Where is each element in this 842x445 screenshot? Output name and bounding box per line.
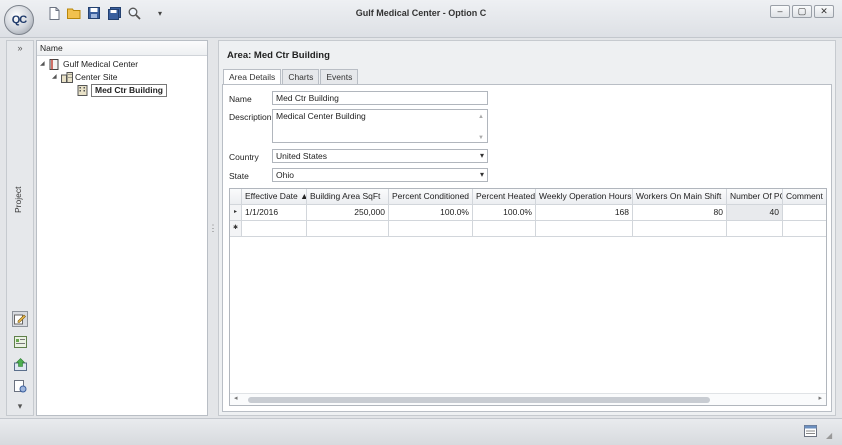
export-icon[interactable] xyxy=(12,356,28,372)
name-label: Name xyxy=(229,94,252,104)
cell-percent-conditioned[interactable]: 100.0% xyxy=(389,205,473,221)
status-bar: ◢ xyxy=(0,418,842,445)
tab-area-details[interactable]: Area Details xyxy=(223,69,282,85)
splitter-handle[interactable]: ⋮ xyxy=(208,40,218,416)
scroll-left-icon[interactable]: ◂ xyxy=(234,394,238,402)
report-icon[interactable] xyxy=(12,334,28,350)
cell-workers-on-main-shift[interactable]: 80 xyxy=(633,205,727,221)
tree-node-center-site[interactable]: ◢ Center Site xyxy=(52,71,118,84)
column-header-building-area[interactable]: Building Area SqFt xyxy=(307,189,389,205)
area-history-grid: Effective Date ▲ Building Area SqFt Perc… xyxy=(229,188,827,406)
area-details-panel: Name Med Ctr Building Description Medica… xyxy=(222,84,832,412)
country-label: Country xyxy=(229,152,259,162)
tree-column-header[interactable]: Name xyxy=(37,41,207,56)
cell-weekly-operation-hours[interactable]: 168 xyxy=(536,205,633,221)
state-select[interactable]: Ohio xyxy=(272,168,488,182)
description-field[interactable]: Medical Center Building ▲ ▼ xyxy=(272,109,488,143)
column-header-percent-conditioned[interactable]: Percent Conditioned xyxy=(389,189,473,205)
new-cell[interactable] xyxy=(389,221,473,237)
cell-comment[interactable] xyxy=(783,205,826,221)
new-cell[interactable] xyxy=(536,221,633,237)
new-cell[interactable] xyxy=(727,221,783,237)
detail-panel: Area: Med Ctr Building Area Details Char… xyxy=(218,40,836,416)
cell-percent-heated[interactable]: 100.0% xyxy=(473,205,536,221)
collapse-arrow-icon[interactable]: ◢ xyxy=(52,71,61,84)
project-panel-label[interactable]: Project xyxy=(13,187,23,213)
column-header-percent-heated[interactable]: Percent Heated xyxy=(473,189,536,205)
cell-effective-date[interactable]: 1/1/2016 xyxy=(242,205,307,221)
new-cell[interactable] xyxy=(242,221,307,237)
description-value: Medical Center Building xyxy=(276,111,366,121)
tree-node-label: Gulf Medical Center xyxy=(63,59,139,69)
state-label: State xyxy=(229,171,249,181)
tree-node-label: Center Site xyxy=(75,72,118,82)
edit-icon[interactable] xyxy=(12,311,28,327)
column-header-comment[interactable]: Comment xyxy=(783,189,826,205)
tree-node-med-ctr-building[interactable]: Med Ctr Building xyxy=(77,84,167,97)
table-row[interactable]: ▸ 1/1/2016 250,000 100.0% 100.0% 168 80 … xyxy=(230,205,826,221)
tab-charts[interactable]: Charts xyxy=(282,69,320,84)
tab-bar: Area Details Charts Events xyxy=(223,69,359,85)
cell-building-area[interactable]: 250,000 xyxy=(307,205,389,221)
row-indicator-header xyxy=(230,189,242,205)
scrollbar-thumb[interactable] xyxy=(248,397,710,403)
project-tree: Name ◢ Gulf Medical Center ◢ Center Site… xyxy=(36,40,208,416)
buildings-icon xyxy=(61,72,73,83)
horizontal-scrollbar[interactable]: ◂ ▸ xyxy=(230,393,826,405)
scroll-up-icon[interactable]: ▲ xyxy=(478,111,484,123)
tree-node-label-selected: Med Ctr Building xyxy=(91,84,167,97)
resize-grip-icon[interactable]: ◢ xyxy=(826,431,832,440)
name-field[interactable]: Med Ctr Building xyxy=(272,91,488,105)
column-header-workers-on-main-shift[interactable]: Workers On Main Shift xyxy=(633,189,727,205)
tab-events[interactable]: Events xyxy=(320,69,359,84)
building-icon xyxy=(77,85,89,96)
column-header-number-of-pc[interactable]: Number Of PC xyxy=(727,189,783,205)
column-header-weekly-operation-hours[interactable]: Weekly Operation Hours xyxy=(536,189,633,205)
window-title: Gulf Medical Center - Option C xyxy=(355,8,487,18)
column-header-effective-date[interactable]: Effective Date ▲ xyxy=(242,189,307,205)
row-indicator-icon[interactable]: ▸ xyxy=(230,205,242,221)
tree-node-gulf-medical-center[interactable]: ◢ Gulf Medical Center xyxy=(40,58,138,71)
grid-header-row: Effective Date ▲ Building Area SqFt Perc… xyxy=(230,189,826,205)
new-cell[interactable] xyxy=(473,221,536,237)
page-title: Area: Med Ctr Building xyxy=(227,50,330,61)
new-cell[interactable] xyxy=(633,221,727,237)
new-row[interactable]: ✱ xyxy=(230,221,826,237)
new-cell[interactable] xyxy=(783,221,826,237)
panel-options-button[interactable]: ▾ xyxy=(7,401,33,415)
expand-panel-button[interactable]: » xyxy=(7,43,33,57)
minimize-button[interactable]: – xyxy=(770,5,790,18)
new-row-icon[interactable]: ✱ xyxy=(230,221,242,237)
new-cell[interactable] xyxy=(307,221,389,237)
collapse-arrow-icon[interactable]: ◢ xyxy=(40,58,49,71)
close-button[interactable]: ✕ xyxy=(814,5,834,18)
settings-page-icon[interactable] xyxy=(12,378,28,394)
country-select[interactable]: United States xyxy=(272,149,488,163)
scroll-down-icon[interactable]: ▼ xyxy=(478,132,484,142)
title-bar: QC ▾ Gulf Medical Center - Option C – ▢ … xyxy=(0,0,842,38)
book-icon xyxy=(49,59,61,70)
description-label: Description xyxy=(229,112,272,122)
scroll-right-icon[interactable]: ▸ xyxy=(818,394,822,402)
navigation-strip: » Project ▾ xyxy=(6,40,34,416)
maximize-button[interactable]: ▢ xyxy=(792,5,812,18)
cell-number-of-pc[interactable]: 40 xyxy=(727,205,783,221)
layout-icon[interactable] xyxy=(804,425,817,437)
